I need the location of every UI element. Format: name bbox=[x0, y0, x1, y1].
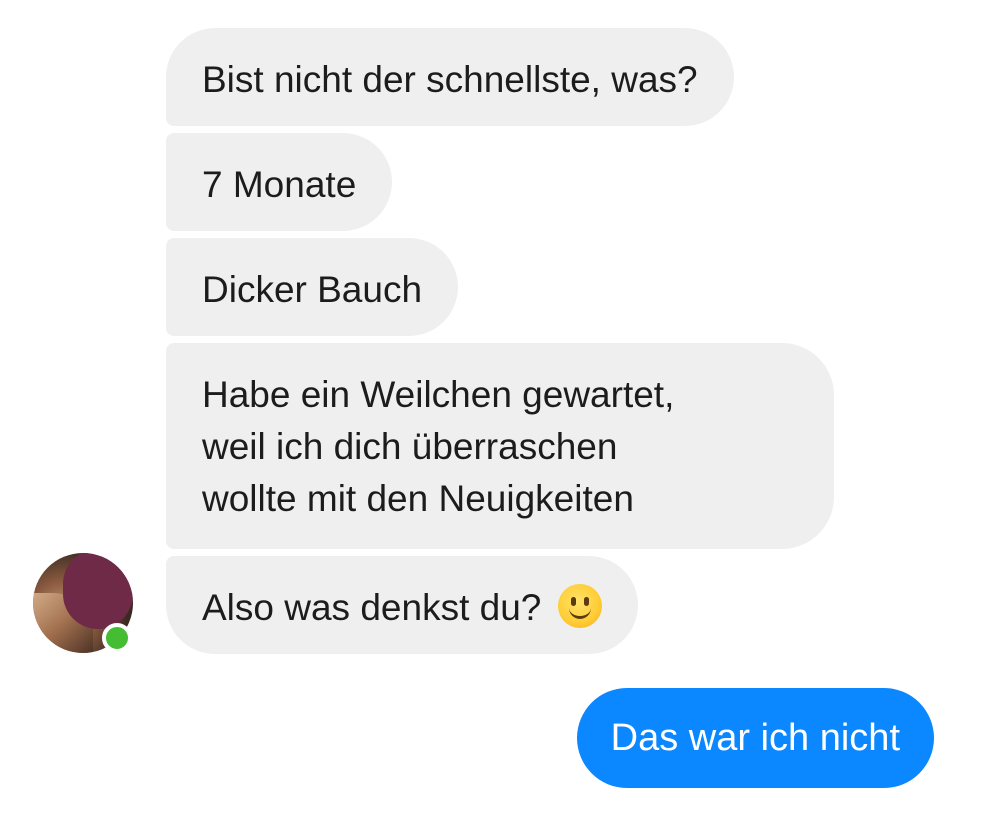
incoming-message-bubble[interactable]: 7 Monate bbox=[166, 133, 393, 231]
message-text: 7 Monate bbox=[202, 164, 357, 205]
online-status-dot bbox=[102, 623, 132, 653]
message-text: Das war ich nicht bbox=[610, 717, 900, 759]
incoming-message-bubble[interactable]: Habe ein Weilchen gewartet, weil ich dic… bbox=[166, 343, 834, 549]
incoming-message-bubble[interactable]: Dicker Bauch bbox=[166, 238, 459, 336]
message-text-line: Habe ein Weilchen gewartet, bbox=[202, 374, 675, 415]
message-text: Also was denkst du? bbox=[202, 587, 542, 628]
message-text-line: weil ich dich überraschen bbox=[202, 426, 618, 467]
message-text-line: wollte mit den Neuigkeiten bbox=[202, 478, 634, 519]
outgoing-message-bubble[interactable]: Das war ich nicht bbox=[576, 688, 934, 788]
incoming-message-bubble[interactable]: Also was denkst du? bbox=[166, 556, 638, 654]
message-thread: Bist nicht der schnellste, was? 7 Monate… bbox=[0, 0, 1000, 819]
avatar-censor-patch bbox=[63, 553, 133, 629]
message-text: Bist nicht der schnellste, was? bbox=[202, 59, 698, 100]
message-text: Dicker Bauch bbox=[202, 269, 423, 310]
slightly-smiling-face-icon bbox=[557, 584, 602, 628]
incoming-message-bubble[interactable]: Bist nicht der schnellste, was? bbox=[166, 28, 734, 126]
